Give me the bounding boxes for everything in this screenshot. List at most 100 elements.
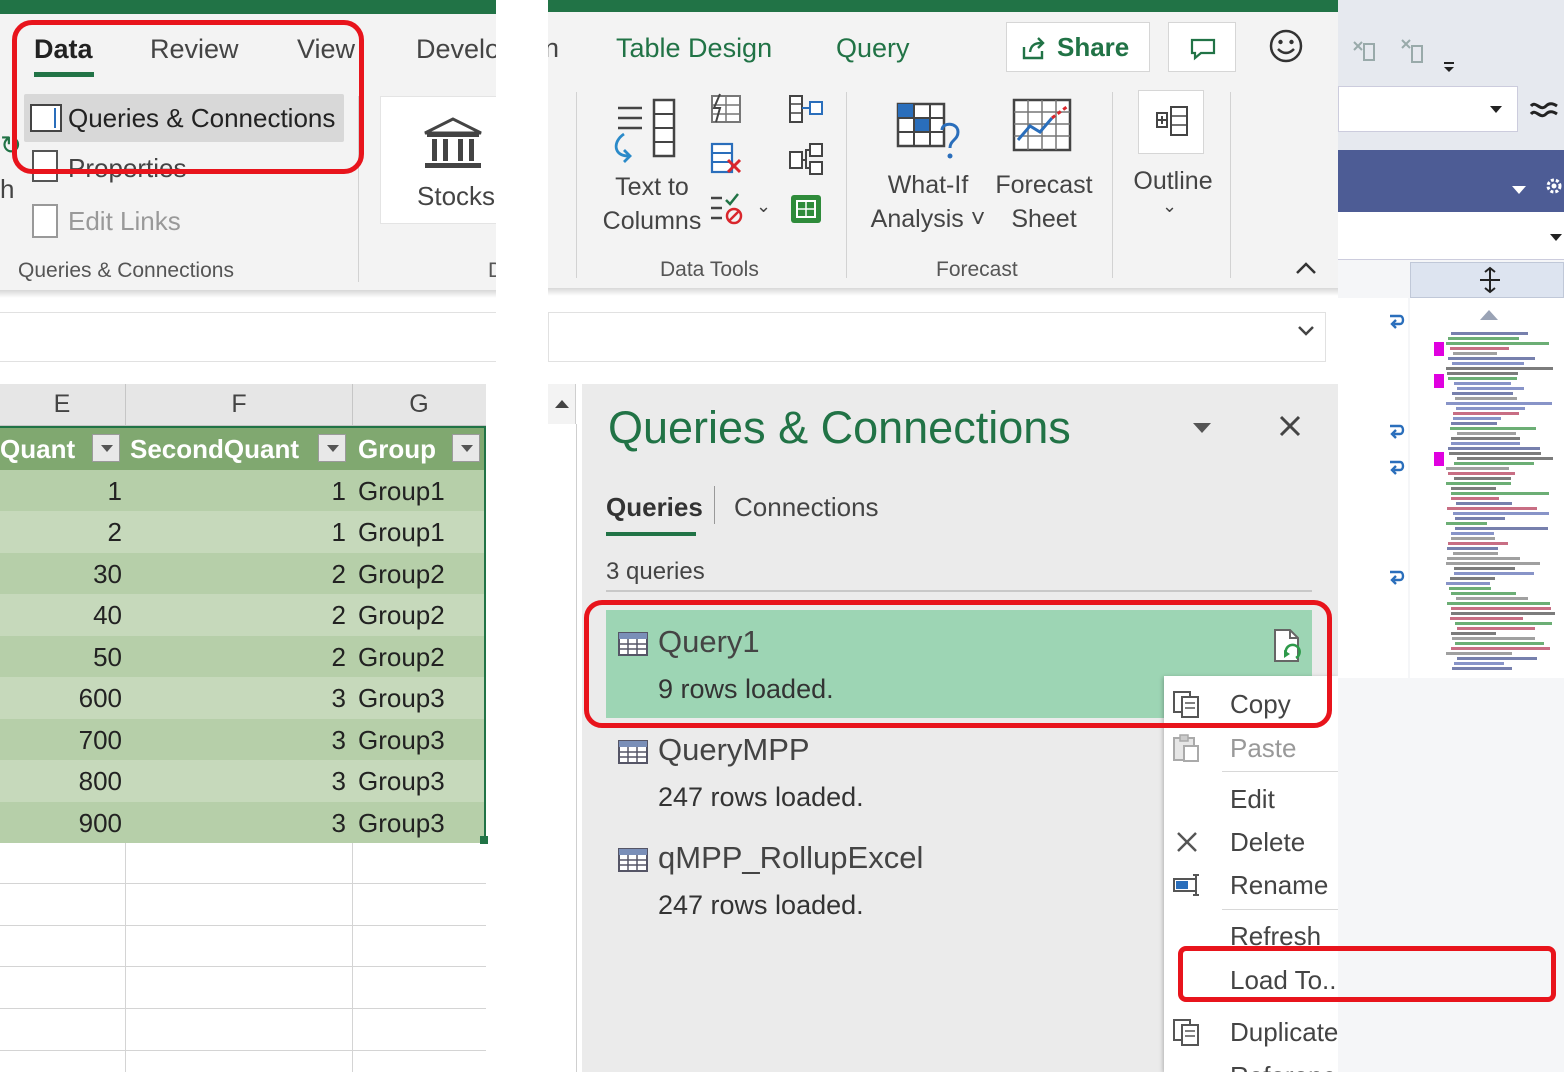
cell-quant[interactable]: 1 <box>108 476 122 507</box>
queries-connections-button[interactable]: Queries & Connections <box>24 94 344 142</box>
tab-fragment[interactable]: n <box>548 33 559 64</box>
properties-button[interactable]: Properties <box>68 153 187 184</box>
cell-quant[interactable]: 30 <box>93 559 122 590</box>
chevron-down-icon[interactable] <box>1512 186 1526 194</box>
outline-dropdown-icon[interactable]: ⌄ <box>1162 196 1177 217</box>
text-to-columns-icon[interactable] <box>610 96 682 168</box>
cell-group[interactable]: Group1 <box>358 476 445 507</box>
tab-table-design[interactable]: Table Design <box>616 33 772 64</box>
comments-button[interactable] <box>1168 22 1236 72</box>
outline-button[interactable] <box>1138 90 1204 154</box>
table-resize-handle[interactable] <box>480 836 488 844</box>
pin-icon[interactable] <box>1350 36 1378 66</box>
word-wrap-icon[interactable] <box>1528 96 1560 122</box>
menu-item-refresh[interactable]: Refresh <box>1164 914 1338 954</box>
what-if-icon[interactable] <box>896 100 964 162</box>
refresh-query-icon[interactable] <box>1272 628 1304 664</box>
data-validation-dropdown-icon[interactable]: ⌄ <box>756 196 771 217</box>
outline-label[interactable]: Outline <box>1128 164 1218 198</box>
cell-quant[interactable]: 900 <box>79 808 122 839</box>
scroll-up-icon[interactable] <box>1480 310 1498 320</box>
table-row[interactable]: 30 2 Group2 <box>0 552 484 594</box>
tab-data[interactable]: Data <box>34 34 93 65</box>
menu-item-rename[interactable]: Rename <box>1164 863 1338 903</box>
overflow-icon[interactable] <box>1442 60 1456 74</box>
cell-secondquant[interactable]: 2 <box>332 642 346 673</box>
column-header-g[interactable]: G <box>354 390 484 419</box>
cell-secondquant[interactable]: 3 <box>332 725 346 756</box>
cell-group[interactable]: Group2 <box>358 559 445 590</box>
scroll-up-button[interactable] <box>548 384 576 424</box>
cell-secondquant[interactable]: 1 <box>332 517 346 548</box>
relationships-icon[interactable] <box>788 142 824 176</box>
table-row[interactable]: 700 3 Group3 <box>0 718 484 760</box>
properties-icon[interactable] <box>32 150 58 182</box>
cell-secondquant[interactable]: 3 <box>332 766 346 797</box>
smiley-feedback-icon[interactable] <box>1268 28 1304 64</box>
share-button[interactable]: Share <box>1006 22 1150 72</box>
cell-secondquant[interactable]: 3 <box>332 808 346 839</box>
cell-group[interactable]: Group3 <box>358 683 445 714</box>
collapse-ribbon-icon[interactable] <box>1294 260 1318 276</box>
tab-developer[interactable]: Develo <box>416 34 496 65</box>
cell-quant[interactable]: 2 <box>108 517 122 548</box>
consolidate-icon[interactable] <box>788 92 824 126</box>
tab-queries[interactable]: Queries <box>606 492 703 523</box>
cell-quant[interactable]: 50 <box>93 642 122 673</box>
unpin-icon[interactable] <box>1398 36 1426 66</box>
stocks-button[interactable]: Stocks <box>380 96 496 224</box>
cell-group[interactable]: Group3 <box>358 808 445 839</box>
table-row[interactable]: 1 1 Group1 <box>0 469 484 511</box>
filter-dropdown-icon[interactable] <box>92 434 120 462</box>
cell-group[interactable]: Group1 <box>358 517 445 548</box>
tab-connections[interactable]: Connections <box>734 492 879 523</box>
pane-options-icon[interactable] <box>1192 422 1212 434</box>
cell-secondquant[interactable]: 3 <box>332 683 346 714</box>
editor-dropdown[interactable] <box>1338 212 1564 260</box>
refresh-all-label[interactable]: h <box>0 174 14 205</box>
cell-quant[interactable]: 600 <box>79 683 122 714</box>
cell-secondquant[interactable]: 2 <box>332 559 346 590</box>
menu-item-copy[interactable]: Copy <box>1164 682 1338 722</box>
filter-dropdown-icon[interactable] <box>452 434 480 462</box>
menu-item-load-to[interactable]: Load To... <box>1164 958 1338 998</box>
column-header-e[interactable]: E <box>0 390 124 419</box>
data-validation-icon[interactable] <box>708 192 744 226</box>
table-row[interactable]: 800 3 Group3 <box>0 760 484 802</box>
close-icon[interactable] <box>1278 414 1302 438</box>
cell-quant[interactable]: 40 <box>93 600 122 631</box>
gear-icon[interactable] <box>1544 176 1564 196</box>
formula-bar[interactable] <box>0 312 496 362</box>
forecast-sheet-button[interactable]: Forecast Sheet <box>994 168 1094 236</box>
cell-group[interactable]: Group3 <box>358 725 445 756</box>
menu-item-edit[interactable]: Edit <box>1164 777 1338 817</box>
cell-group[interactable]: Group3 <box>358 766 445 797</box>
table-row[interactable]: 600 3 Group3 <box>0 677 484 719</box>
filter-dropdown-icon[interactable] <box>318 434 346 462</box>
cell-quant[interactable]: 700 <box>79 725 122 756</box>
manage-data-model-icon[interactable] <box>788 192 824 226</box>
table-row[interactable]: 900 3 Group3 <box>0 801 484 843</box>
flash-fill-icon[interactable] <box>708 92 744 126</box>
split-icon[interactable] <box>1478 266 1502 294</box>
column-header-f[interactable]: F <box>126 390 352 419</box>
remove-duplicates-icon[interactable] <box>708 142 744 176</box>
cell-secondquant[interactable]: 2 <box>332 600 346 631</box>
text-to-columns-button[interactable]: Text to Columns <box>592 170 712 238</box>
refresh-all-icon[interactable]: ↻ <box>0 130 22 161</box>
tab-view[interactable]: View <box>297 34 355 65</box>
table-row[interactable]: 2 1 Group1 <box>0 511 484 553</box>
cell-group[interactable]: Group2 <box>358 600 445 631</box>
menu-item-duplicate[interactable]: Duplicate <box>1164 1010 1338 1050</box>
formula-bar[interactable] <box>548 312 1326 362</box>
tab-review[interactable]: Review <box>150 34 239 65</box>
cell-quant[interactable]: 800 <box>79 766 122 797</box>
cell-secondquant[interactable]: 1 <box>332 476 346 507</box>
table-row[interactable]: 50 2 Group2 <box>0 635 484 677</box>
forecast-sheet-icon[interactable] <box>1010 96 1074 156</box>
tab-query[interactable]: Query <box>836 33 910 64</box>
what-if-analysis-button[interactable]: What-If Analysis ˅ <box>866 168 990 236</box>
menu-item-delete[interactable]: Delete <box>1164 820 1338 860</box>
table-row[interactable]: 40 2 Group2 <box>0 594 484 636</box>
expand-formula-bar-icon[interactable] <box>1296 324 1316 338</box>
